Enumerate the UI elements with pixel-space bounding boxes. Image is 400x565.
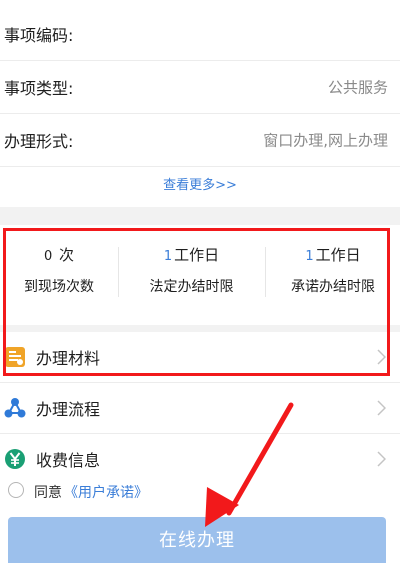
info-row-type: 事项类型: 公共服务 (0, 61, 400, 113)
menu-item-label: 收费信息 (36, 451, 101, 470)
stat-visits-number: 0 (43, 249, 53, 264)
info-row-code: 事项编码: (0, 8, 400, 60)
stat-visits-caption: 到现场次数 (24, 279, 94, 295)
process-icon (4, 398, 26, 418)
document-icon (5, 347, 25, 367)
info-value-form: 窗口办理,网上办理 (263, 131, 388, 150)
chevron-right-icon (377, 451, 386, 467)
stat-promised-unit: 工作日 (315, 246, 361, 264)
chevron-right-icon (377, 400, 386, 416)
stat-promised-caption: 承诺办结时限 (291, 279, 375, 295)
stats-panel: 0 次 到现场次数 1 工作日 法定办结时限 1 工作日 承诺办结时限 (0, 225, 400, 325)
stat-visits-value: 0 次 (0, 244, 118, 265)
menu-item-fees[interactable]: 收费信息 (0, 434, 400, 484)
stat-legal-value: 1 工作日 (119, 244, 264, 265)
stat-promised-number: 1 (305, 249, 314, 264)
section-gap (0, 325, 400, 332)
stat-legal-caption: 法定办结时限 (149, 279, 234, 295)
yuan-icon (5, 449, 25, 469)
stat-visits: 0 次 到现场次数 (0, 225, 118, 325)
menu-item-process[interactable]: 办理流程 (0, 383, 400, 433)
stat-legal-unit: 工作日 (174, 246, 220, 264)
info-label-form: 办理形式: (4, 132, 74, 151)
stat-promised-limit: 1 工作日 承诺办结时限 (266, 225, 400, 325)
view-more-link[interactable]: 查看更多>> (0, 174, 400, 193)
user-commitment-link[interactable]: 《用户承诺》 (64, 482, 148, 502)
menu-item-label: 办理材料 (36, 349, 101, 368)
chevron-right-icon (377, 349, 386, 365)
agreement-radio[interactable] (8, 482, 24, 498)
menu-item-label: 办理流程 (36, 400, 101, 419)
section-gap (0, 207, 400, 225)
stat-visits-unit: 次 (59, 246, 75, 264)
stat-legal-number: 1 (163, 249, 173, 264)
stat-legal-limit: 1 工作日 法定办结时限 (119, 225, 264, 325)
menu-item-materials[interactable]: 办理材料 (0, 332, 400, 382)
agreement-text: 同意 (34, 485, 62, 501)
online-apply-button[interactable]: 在线办理 (8, 517, 386, 563)
info-label-code: 事项编码: (4, 26, 74, 45)
info-row-form: 办理形式: 窗口办理,网上办理 (0, 114, 400, 166)
divider (0, 166, 400, 167)
info-label-type: 事项类型: (4, 79, 74, 98)
info-value-type: 公共服务 (327, 78, 388, 97)
stat-promised-value: 1 工作日 (266, 244, 400, 265)
